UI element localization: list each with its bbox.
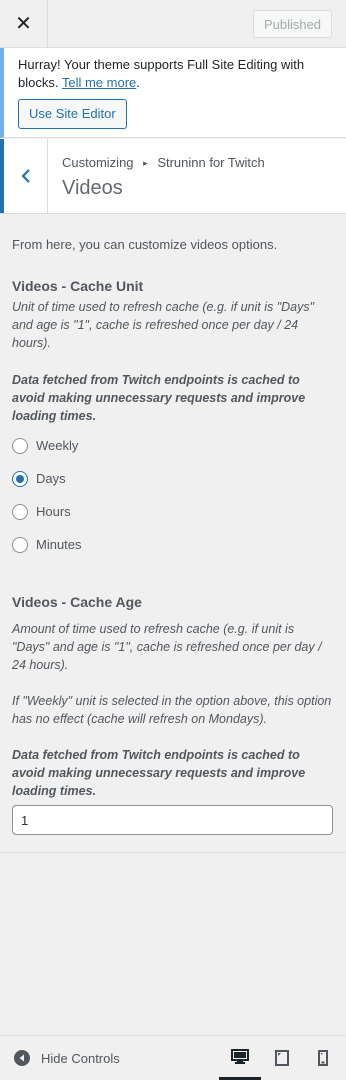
mobile-icon bbox=[318, 1050, 328, 1066]
section-divider bbox=[0, 852, 346, 853]
cache-unit-title: Videos - Cache Unit bbox=[12, 278, 144, 294]
notice-period: . bbox=[136, 75, 140, 90]
radio-label: Days bbox=[36, 471, 66, 486]
cache-age-title: Videos - Cache Age bbox=[12, 594, 142, 610]
tell-me-more-link[interactable]: Tell me more bbox=[62, 75, 136, 90]
fse-notice: Hurray! Your theme supports Full Site Ed… bbox=[0, 48, 346, 138]
radio-button[interactable] bbox=[12, 503, 28, 520]
cache-unit-options: Weekly Days Hours Minutes bbox=[12, 429, 334, 561]
radio-label: Minutes bbox=[36, 537, 82, 552]
radio-option-days[interactable]: Days bbox=[12, 462, 334, 495]
tablet-icon bbox=[275, 1050, 289, 1066]
customizer-header: ✕ Published bbox=[0, 0, 346, 48]
radio-option-weekly[interactable]: Weekly bbox=[12, 429, 334, 462]
cache-age-description-weekly: If "Weekly" unit is selected in the opti… bbox=[12, 694, 332, 726]
radio-option-hours[interactable]: Hours bbox=[12, 495, 334, 528]
breadcrumb-root: Customizing bbox=[62, 155, 134, 170]
cache-unit-description: Unit of time used to refresh cache (e.g.… bbox=[12, 300, 315, 350]
radio-button-checked[interactable] bbox=[12, 470, 28, 487]
breadcrumb: Customizing ▸ Struninn for Twitch bbox=[62, 155, 265, 170]
section-header: Customizing ▸ Struninn for Twitch Videos bbox=[0, 139, 346, 214]
section-title: Videos bbox=[62, 177, 123, 199]
cache-unit-control: Videos - Cache Unit Unit of time used to… bbox=[12, 276, 334, 561]
cache-age-control: Videos - Cache Age Amount of time used t… bbox=[12, 592, 334, 835]
use-site-editor-button[interactable]: Use Site Editor bbox=[18, 99, 127, 129]
controls-panel: From here, you can customize videos opti… bbox=[12, 236, 334, 835]
preview-mobile-button[interactable] bbox=[302, 1036, 344, 1080]
cache-unit-note: Data fetched from Twitch endpoints is ca… bbox=[12, 373, 306, 423]
radio-option-minutes[interactable]: Minutes bbox=[12, 528, 334, 561]
back-button[interactable] bbox=[0, 139, 48, 213]
preview-desktop-button[interactable] bbox=[219, 1036, 261, 1080]
chevron-left-icon bbox=[20, 169, 30, 183]
breadcrumb-separator-icon: ▸ bbox=[143, 158, 148, 168]
desktop-icon bbox=[231, 1048, 249, 1064]
hide-controls-button[interactable]: Hide Controls bbox=[14, 1036, 120, 1080]
cache-age-note: Data fetched from Twitch endpoints is ca… bbox=[12, 748, 306, 798]
preview-tablet-button[interactable] bbox=[261, 1036, 303, 1080]
breadcrumb-parent: Struninn for Twitch bbox=[157, 155, 265, 170]
radio-label: Weekly bbox=[36, 438, 79, 453]
hide-controls-icon bbox=[14, 1050, 30, 1066]
section-intro: From here, you can customize videos opti… bbox=[12, 237, 278, 252]
close-icon: ✕ bbox=[15, 13, 32, 35]
radio-button[interactable] bbox=[12, 536, 28, 553]
cache-age-description: Amount of time used to refresh cache (e.… bbox=[12, 622, 322, 672]
radio-label: Hours bbox=[36, 504, 71, 519]
hide-controls-label: Hide Controls bbox=[41, 1050, 120, 1066]
cache-age-input[interactable] bbox=[12, 805, 333, 835]
publish-button[interactable]: Published bbox=[253, 10, 332, 38]
close-customizer-button[interactable]: ✕ bbox=[0, 0, 48, 47]
radio-button[interactable] bbox=[12, 437, 28, 454]
customizer-footer: Hide Controls bbox=[0, 1035, 346, 1080]
